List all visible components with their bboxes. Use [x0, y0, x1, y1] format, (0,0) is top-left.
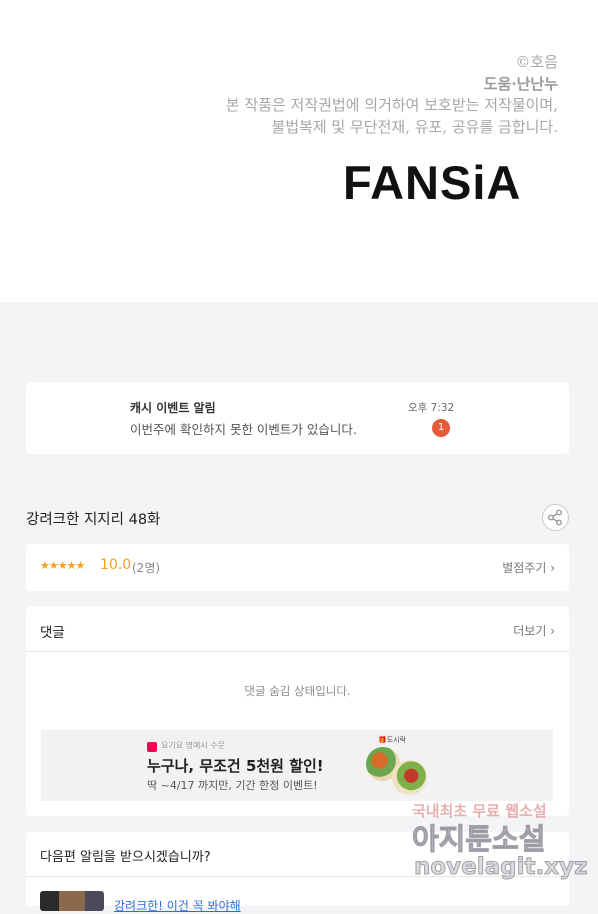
ad-tag: 🎁도시락	[378, 736, 407, 744]
comments-card: 댓글 더보기 › 댓글 숨김 상태입니다. 요기요 명예시 수문 누구나, 무조…	[26, 606, 569, 816]
copyright-line: ©호음	[515, 53, 558, 71]
notification-title: 캐시 이벤트 알림	[130, 401, 216, 415]
food-bowl-image	[392, 760, 427, 795]
notification-time: 오후 7:32	[408, 402, 455, 414]
rating-count: (2명)	[132, 561, 161, 575]
yogiyo-logo-icon	[147, 742, 157, 752]
star-rating: ★★★★★	[40, 559, 85, 572]
next-episode-alert-card: 다음편 알림을 받으시겠습니까? 강려크한! 이건 꼭 봐야해	[26, 832, 569, 913]
next-episode-alert-title: 다음편 알림을 받으시겠습니까?	[40, 850, 211, 865]
copyright-notice-line-1: 본 작품은 저작권법에 의거하여 보호받는 저작물이며,	[225, 96, 558, 114]
comments-hidden-message: 댓글 숨김 상태입니다.	[244, 684, 351, 698]
rate-button[interactable]: 별점주기 ›	[502, 559, 555, 576]
comments-title: 댓글	[40, 625, 65, 641]
credits-section: ©호음 도움·난난누 본 작품은 저작권법에 의거하여 보호받는 저작물이며, …	[0, 0, 598, 302]
notification-card[interactable]: 캐시 이벤트 알림 이번주에 확인하지 못한 이벤트가 있습니다. 오후 7:3…	[26, 382, 569, 454]
rating-score: 10.0	[100, 557, 132, 573]
fansia-logo: FANSiA	[343, 156, 522, 209]
share-button[interactable]	[542, 504, 569, 531]
ad-brand: 요기요 명예시 수문	[161, 741, 225, 750]
ad-subtitle: 딱 ~4/17 까지만, 기간 한정 이벤트!	[147, 779, 318, 792]
episode-title: 강려크한 지지리 48화	[26, 512, 161, 528]
ad-title: 누구나, 무조건 5천원 할인!	[147, 757, 324, 775]
rating-card: ★★★★★ 10.0 (2명) 별점주기 ›	[26, 544, 569, 591]
unread-badge: 1	[432, 419, 450, 437]
divider	[26, 876, 569, 877]
share-icon	[548, 509, 562, 526]
divider	[26, 651, 569, 652]
copyright-notice-line-2: 불법복제 및 무단전재, 유포, 공유를 금합니다.	[271, 117, 558, 136]
helper-line: 도움·난난누	[483, 74, 558, 93]
notification-body: 이번주에 확인하지 못한 이벤트가 있습니다.	[130, 422, 357, 437]
ad-banner[interactable]: 요기요 명예시 수문 누구나, 무조건 5천원 할인! 딱 ~4/17 까지만,…	[41, 730, 553, 801]
next-episode-thumbnail[interactable]	[40, 891, 104, 911]
comments-more-link[interactable]: 더보기 ›	[513, 622, 555, 639]
credit-text: ©호음 도움·난난누 본 작품은 저작권법에 의거하여 보호받는 저작물이며, …	[226, 52, 558, 138]
